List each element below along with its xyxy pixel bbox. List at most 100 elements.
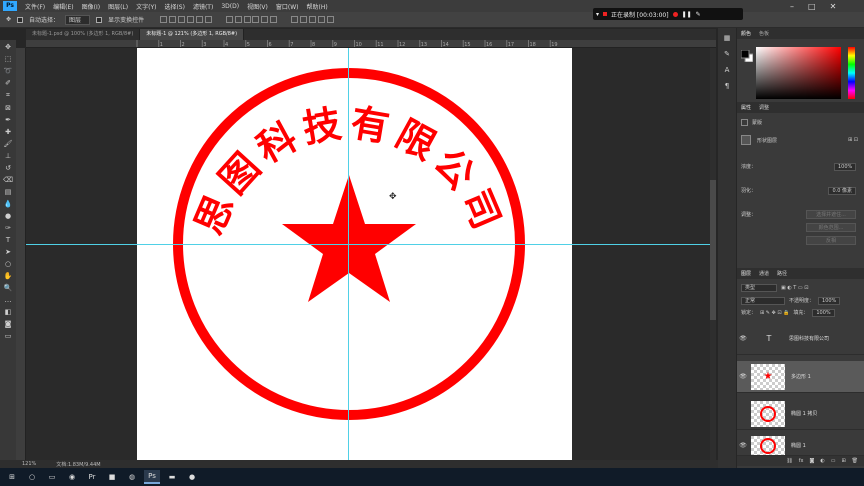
- blur-icon[interactable]: 💧: [4, 200, 13, 208]
- 3d-rotate-icon[interactable]: [291, 16, 299, 23]
- move-tool-icon[interactable]: ✥: [6, 16, 11, 23]
- distribute-hcenter-icon[interactable]: [261, 16, 269, 23]
- maximize-icon[interactable]: □: [808, 2, 816, 11]
- stamp-icon[interactable]: ⊥: [5, 152, 11, 160]
- layer-name[interactable]: 椭圆 1 拷贝: [791, 410, 817, 417]
- brush-settings-icon[interactable]: ✎: [724, 50, 730, 58]
- auto-select-checkbox[interactable]: [17, 16, 24, 23]
- guide-vertical[interactable]: [348, 48, 349, 460]
- menu-view[interactable]: 视图(V): [243, 2, 272, 11]
- color-swatch-icon[interactable]: [741, 50, 753, 62]
- group-icon[interactable]: ▭: [831, 458, 836, 464]
- eye-icon[interactable]: 👁: [737, 442, 749, 449]
- eyedropper-icon[interactable]: ✒: [5, 116, 11, 124]
- record-app-icon[interactable]: ●: [184, 470, 200, 484]
- close-icon[interactable]: ✕: [830, 2, 837, 11]
- scrollbar-thumb[interactable]: [710, 180, 716, 320]
- path-select-icon[interactable]: ➤: [5, 248, 11, 256]
- tab-swatches[interactable]: 色板: [759, 30, 769, 37]
- gradient-icon[interactable]: ▤: [5, 188, 12, 196]
- tab-document-psd[interactable]: 未标题-1.psd @ 100% (多边形 1, RGB/8#): [26, 29, 141, 40]
- character-panel-icon[interactable]: A: [725, 66, 730, 74]
- filter-icons[interactable]: ▣ ◐ T ▭ ⊡: [781, 285, 808, 291]
- menu-help[interactable]: 帮助(H): [303, 2, 332, 11]
- blend-mode-dropdown[interactable]: 正常: [741, 296, 785, 305]
- layer-row-text[interactable]: 👁 T 思图科技有限公司: [737, 323, 864, 355]
- distribute-bottom-icon[interactable]: [243, 16, 251, 23]
- invert-button[interactable]: 反相: [806, 235, 856, 245]
- canvas-area[interactable]: 思图科技有限公司 ✥: [26, 48, 710, 460]
- frame-icon[interactable]: ⊠: [5, 104, 11, 112]
- color-picker-field[interactable]: [756, 47, 841, 99]
- shape-tool-icon[interactable]: ○: [5, 260, 11, 268]
- menu-filter[interactable]: 滤镜(T): [189, 2, 217, 11]
- color-range-button[interactable]: 颜色范围...: [806, 222, 856, 232]
- document-canvas[interactable]: 思图科技有限公司: [137, 48, 572, 460]
- align-center-icon[interactable]: [195, 16, 203, 23]
- menu-select[interactable]: 选择(S): [160, 2, 189, 11]
- zoom-icon[interactable]: 🔍: [4, 284, 13, 292]
- menu-file[interactable]: 文件(F): [21, 2, 49, 11]
- menu-window[interactable]: 窗口(W): [272, 2, 303, 11]
- crop-icon[interactable]: ⌗: [6, 91, 10, 100]
- align-right-icon[interactable]: [204, 16, 212, 23]
- link-icon[interactable]: ⛓: [786, 458, 792, 464]
- layer-row-ellipse[interactable]: 👁 椭圆 1: [737, 436, 864, 456]
- menu-image[interactable]: 图像(I): [78, 2, 104, 11]
- file-explorer-icon[interactable]: ▬: [164, 470, 180, 484]
- align-left-icon[interactable]: [186, 16, 194, 23]
- 3d-pan-icon[interactable]: [309, 16, 317, 23]
- layer-name[interactable]: 多边形 1: [791, 373, 811, 380]
- history-brush-icon[interactable]: ↺: [5, 164, 11, 172]
- distribute-top-icon[interactable]: [225, 16, 233, 23]
- premiere-icon[interactable]: Pr: [84, 470, 100, 484]
- layer-name[interactable]: 思图科技有限公司: [789, 335, 829, 342]
- auto-select-dropdown[interactable]: 图层: [65, 14, 91, 25]
- show-transform-checkbox[interactable]: [96, 16, 103, 23]
- zoom-level[interactable]: 121%: [22, 461, 36, 467]
- layer-kind-filter[interactable]: 类型: [741, 283, 777, 292]
- tab-adjustments[interactable]: 调整: [759, 104, 769, 111]
- foreground-background-icon[interactable]: ◧: [5, 308, 12, 316]
- trash-icon[interactable]: 🗑: [852, 458, 858, 464]
- dodge-icon[interactable]: ●: [5, 212, 11, 220]
- tab-color[interactable]: 颜色: [741, 30, 751, 37]
- align-bottom-icon[interactable]: [177, 16, 185, 23]
- select-and-mask-button[interactable]: 选择并遮住...: [806, 209, 856, 219]
- browser-icon[interactable]: ◉: [64, 470, 80, 484]
- windows-start-icon[interactable]: ⊞: [4, 470, 20, 484]
- distribute-right-icon[interactable]: [270, 16, 278, 23]
- brush-icon[interactable]: 🖌: [4, 140, 13, 148]
- tab-layers[interactable]: 图层: [741, 270, 751, 277]
- align-top-icon[interactable]: [160, 16, 168, 23]
- hue-slider[interactable]: [848, 47, 855, 99]
- pen-tool-icon[interactable]: ✑: [5, 224, 11, 232]
- more-tools-icon[interactable]: …: [5, 296, 12, 304]
- menu-3d[interactable]: 3D(D): [217, 3, 243, 10]
- pen-icon[interactable]: ✎: [696, 11, 701, 18]
- mask-action-icons[interactable]: ⊞ ⊡: [848, 137, 858, 143]
- history-panel-icon[interactable]: ▦: [724, 34, 731, 42]
- tab-paths[interactable]: 路径: [777, 270, 787, 277]
- eraser-icon[interactable]: ⌫: [3, 176, 13, 184]
- new-layer-icon[interactable]: ⊞: [841, 458, 845, 464]
- marquee-icon[interactable]: ⬚: [5, 55, 12, 63]
- type-tool-icon[interactable]: T: [6, 236, 10, 244]
- search-icon[interactable]: ○: [24, 470, 40, 484]
- screen-mode-icon[interactable]: ▭: [5, 332, 12, 340]
- recorder-menu-icon[interactable]: ▾: [596, 11, 599, 18]
- recorder-app-icon[interactable]: ◍: [124, 470, 140, 484]
- guide-horizontal[interactable]: [26, 244, 710, 245]
- lasso-icon[interactable]: ➰: [4, 67, 13, 75]
- tab-channels[interactable]: 通道: [759, 270, 769, 277]
- stop-record-icon[interactable]: [603, 12, 608, 16]
- eye-icon[interactable]: 👁: [737, 335, 749, 342]
- feather-field[interactable]: 0.0 像素: [828, 186, 856, 195]
- eye-icon[interactable]: 👁: [737, 373, 749, 380]
- fill-field[interactable]: 100%: [812, 308, 835, 317]
- add-mask-icon[interactable]: ◙: [809, 458, 814, 464]
- photoshop-taskbar-icon[interactable]: Ps: [144, 470, 160, 484]
- paragraph-panel-icon[interactable]: ¶: [725, 82, 729, 90]
- quick-select-icon[interactable]: ✐: [5, 79, 11, 87]
- 3d-roll-icon[interactable]: [300, 16, 308, 23]
